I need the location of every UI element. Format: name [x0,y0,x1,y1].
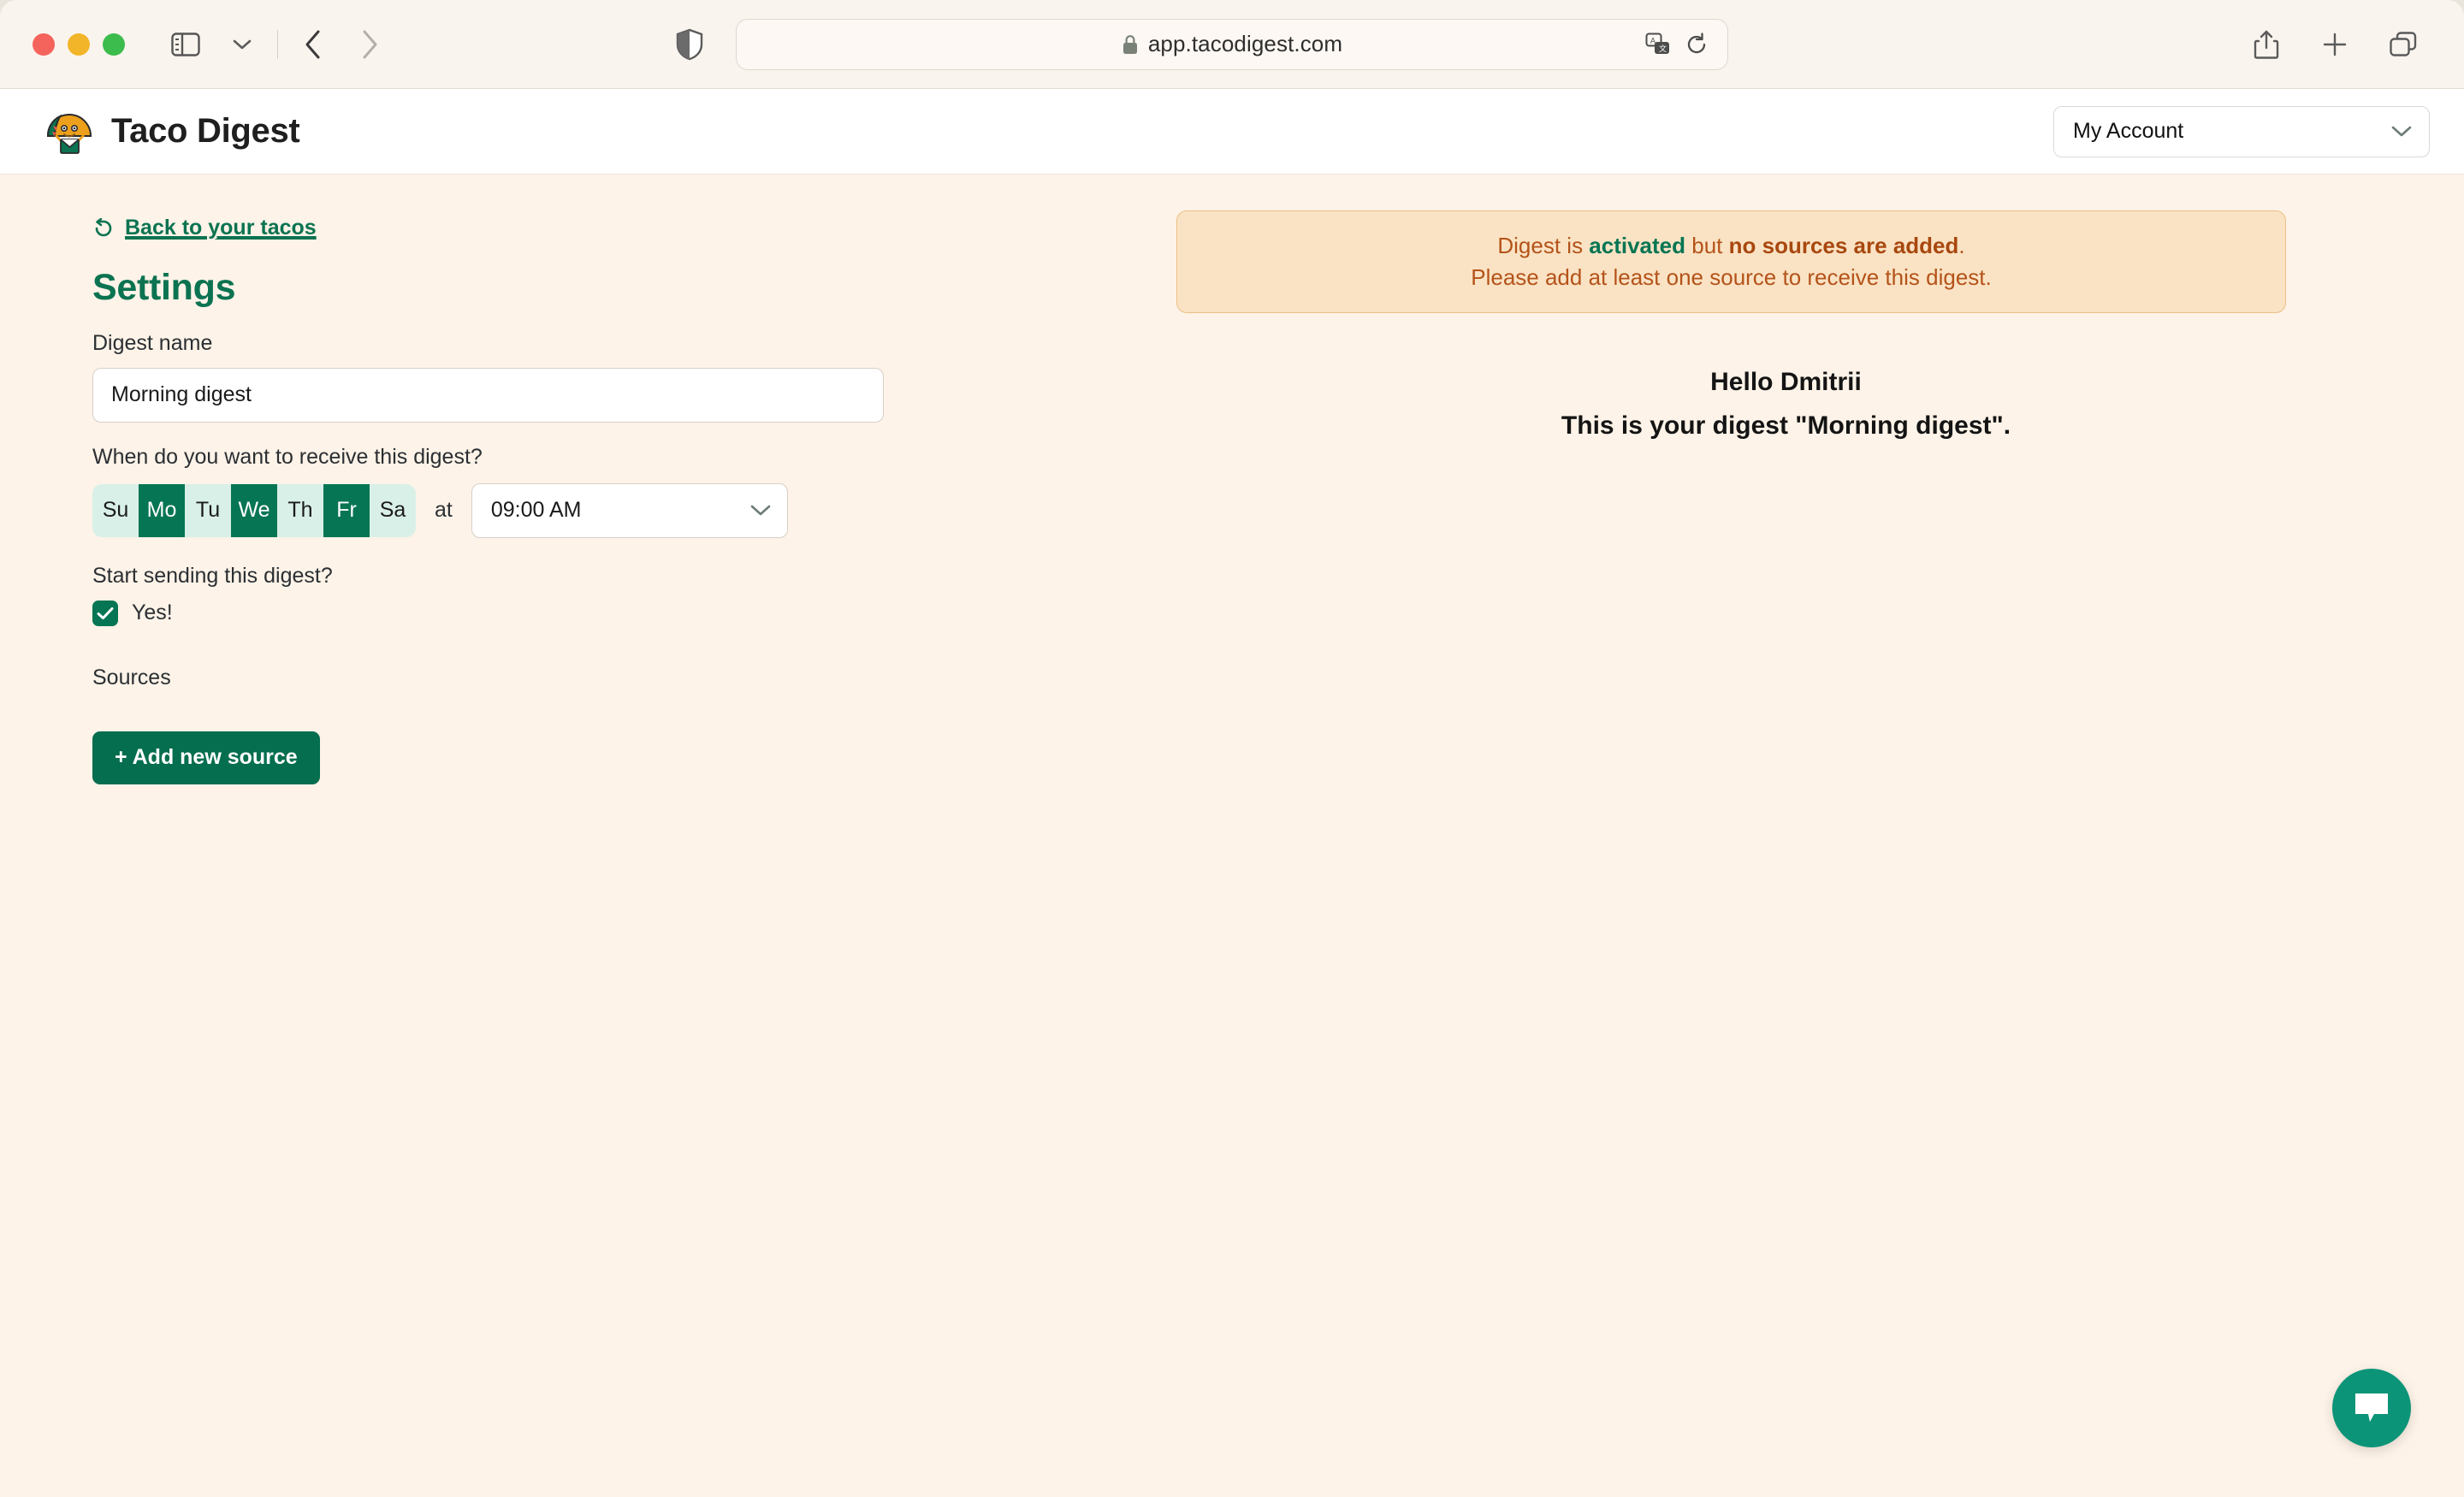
digest-name-label: Digest name [92,330,213,355]
reload-icon[interactable] [1685,32,1709,56]
day-toggle-fr[interactable]: Fr [323,483,370,537]
day-toggle-we[interactable]: We [231,483,277,537]
alert-text-part-2: but [1685,233,1729,258]
lock-icon [1122,33,1139,56]
sidebar-toggle-icon[interactable] [159,18,212,71]
window-controls [33,33,125,56]
alert-text-part-3: . [1958,233,1965,258]
brand[interactable]: Taco Digest [44,107,300,157]
browser-window: app.tacodigest.com A 文 Taco Digest My Ac… [0,0,2464,1497]
sources-label: Sources [92,665,171,689]
url-text: app.tacodigest.com [1147,31,1343,56]
day-toggle-su[interactable]: Su [92,483,139,537]
preview-panel: Digest is activated but no sources are a… [1151,175,2464,784]
time-dropdown-value: 09:00 AM [490,498,582,522]
alert-text-part-1: Digest is [1497,233,1590,258]
add-new-source-button[interactable]: + Add new source [92,731,320,784]
page-title: Settings [92,266,236,308]
account-dropdown-label: My Account [2073,119,2184,143]
toolbar-right-actions [2240,18,2430,71]
start-sending-checkbox-label: Yes! [132,601,173,624]
back-undo-icon [92,217,115,239]
day-toggle-th[interactable]: Th [277,483,323,537]
day-toggle-tu[interactable]: Tu [185,483,231,537]
translate-icon[interactable]: A 文 [1645,33,1671,56]
chevron-down-icon[interactable] [216,18,269,71]
time-dropdown[interactable]: 09:00 AM [471,482,788,538]
schedule-label: When do you want to receive this digest? [92,444,483,469]
app-header: Taco Digest My Account [0,89,2464,175]
day-toggle-mo[interactable]: Mo [139,483,185,537]
plus-icon[interactable] [2308,18,2361,71]
status-alert-line-1: Digest is activated but no sources are a… [1194,230,2268,262]
alert-activated-text: activated [1589,233,1686,258]
preview-greeting: Hello Dmitrii [1710,367,1862,396]
start-sending-label: Start sending this digest? [92,563,333,588]
svg-text:A: A [1650,36,1656,44]
privacy-shield-icon[interactable] [676,28,703,61]
page-content: Back to your tacos Settings Digest name … [0,175,2464,784]
back-to-tacos-link[interactable]: Back to your tacos [92,216,317,240]
chevron-down-icon [2391,125,2412,138]
minimize-window-button[interactable] [68,33,90,56]
account-dropdown[interactable]: My Account [2053,105,2430,157]
day-selector: Su Mo Tu We Th Fr Sa [92,483,416,537]
start-sending-checkbox[interactable] [92,600,118,626]
close-window-button[interactable] [33,33,55,56]
tab-overview-icon[interactable] [2377,18,2430,71]
browser-toolbar: app.tacodigest.com A 文 [0,0,2464,89]
chevron-down-icon [750,504,771,517]
at-label: at [435,498,453,522]
day-toggle-sa[interactable]: Sa [370,483,416,537]
address-bar-wrapper: app.tacodigest.com A 文 [736,18,1728,70]
digest-preview: Hello Dmitrii This is your digest "Morni… [1176,368,2396,441]
back-to-tacos-label: Back to your tacos [125,216,317,240]
alert-no-sources-text: no sources are added [1728,233,1959,258]
navigation-controls [159,18,396,71]
status-alert: Digest is activated but no sources are a… [1176,210,2286,313]
taco-logo-icon [44,107,94,157]
status-alert-line-2: Please add at least one source to receiv… [1471,263,1992,290]
address-bar[interactable]: app.tacodigest.com A 文 [736,18,1728,70]
svg-text:文: 文 [1659,44,1667,53]
toolbar-divider [277,29,278,59]
forward-arrow-icon[interactable] [343,18,396,71]
web-page: Taco Digest My Account Back to your taco… [0,89,2464,1497]
back-arrow-icon[interactable] [287,18,340,71]
chat-bubble-icon [2352,1390,2391,1426]
digest-name-input[interactable] [92,367,884,423]
brand-title: Taco Digest [111,112,300,150]
preview-message: This is your digest "Morning digest". [1561,411,2011,440]
start-sending-checkbox-row[interactable]: Yes! [92,600,1151,626]
settings-panel: Back to your tacos Settings Digest name … [0,175,1151,784]
chat-support-button[interactable] [2332,1369,2411,1447]
schedule-row: Su Mo Tu We Th Fr Sa at 09:00 AM [92,482,1151,538]
maximize-window-button[interactable] [103,33,125,56]
share-icon[interactable] [2240,18,2293,71]
